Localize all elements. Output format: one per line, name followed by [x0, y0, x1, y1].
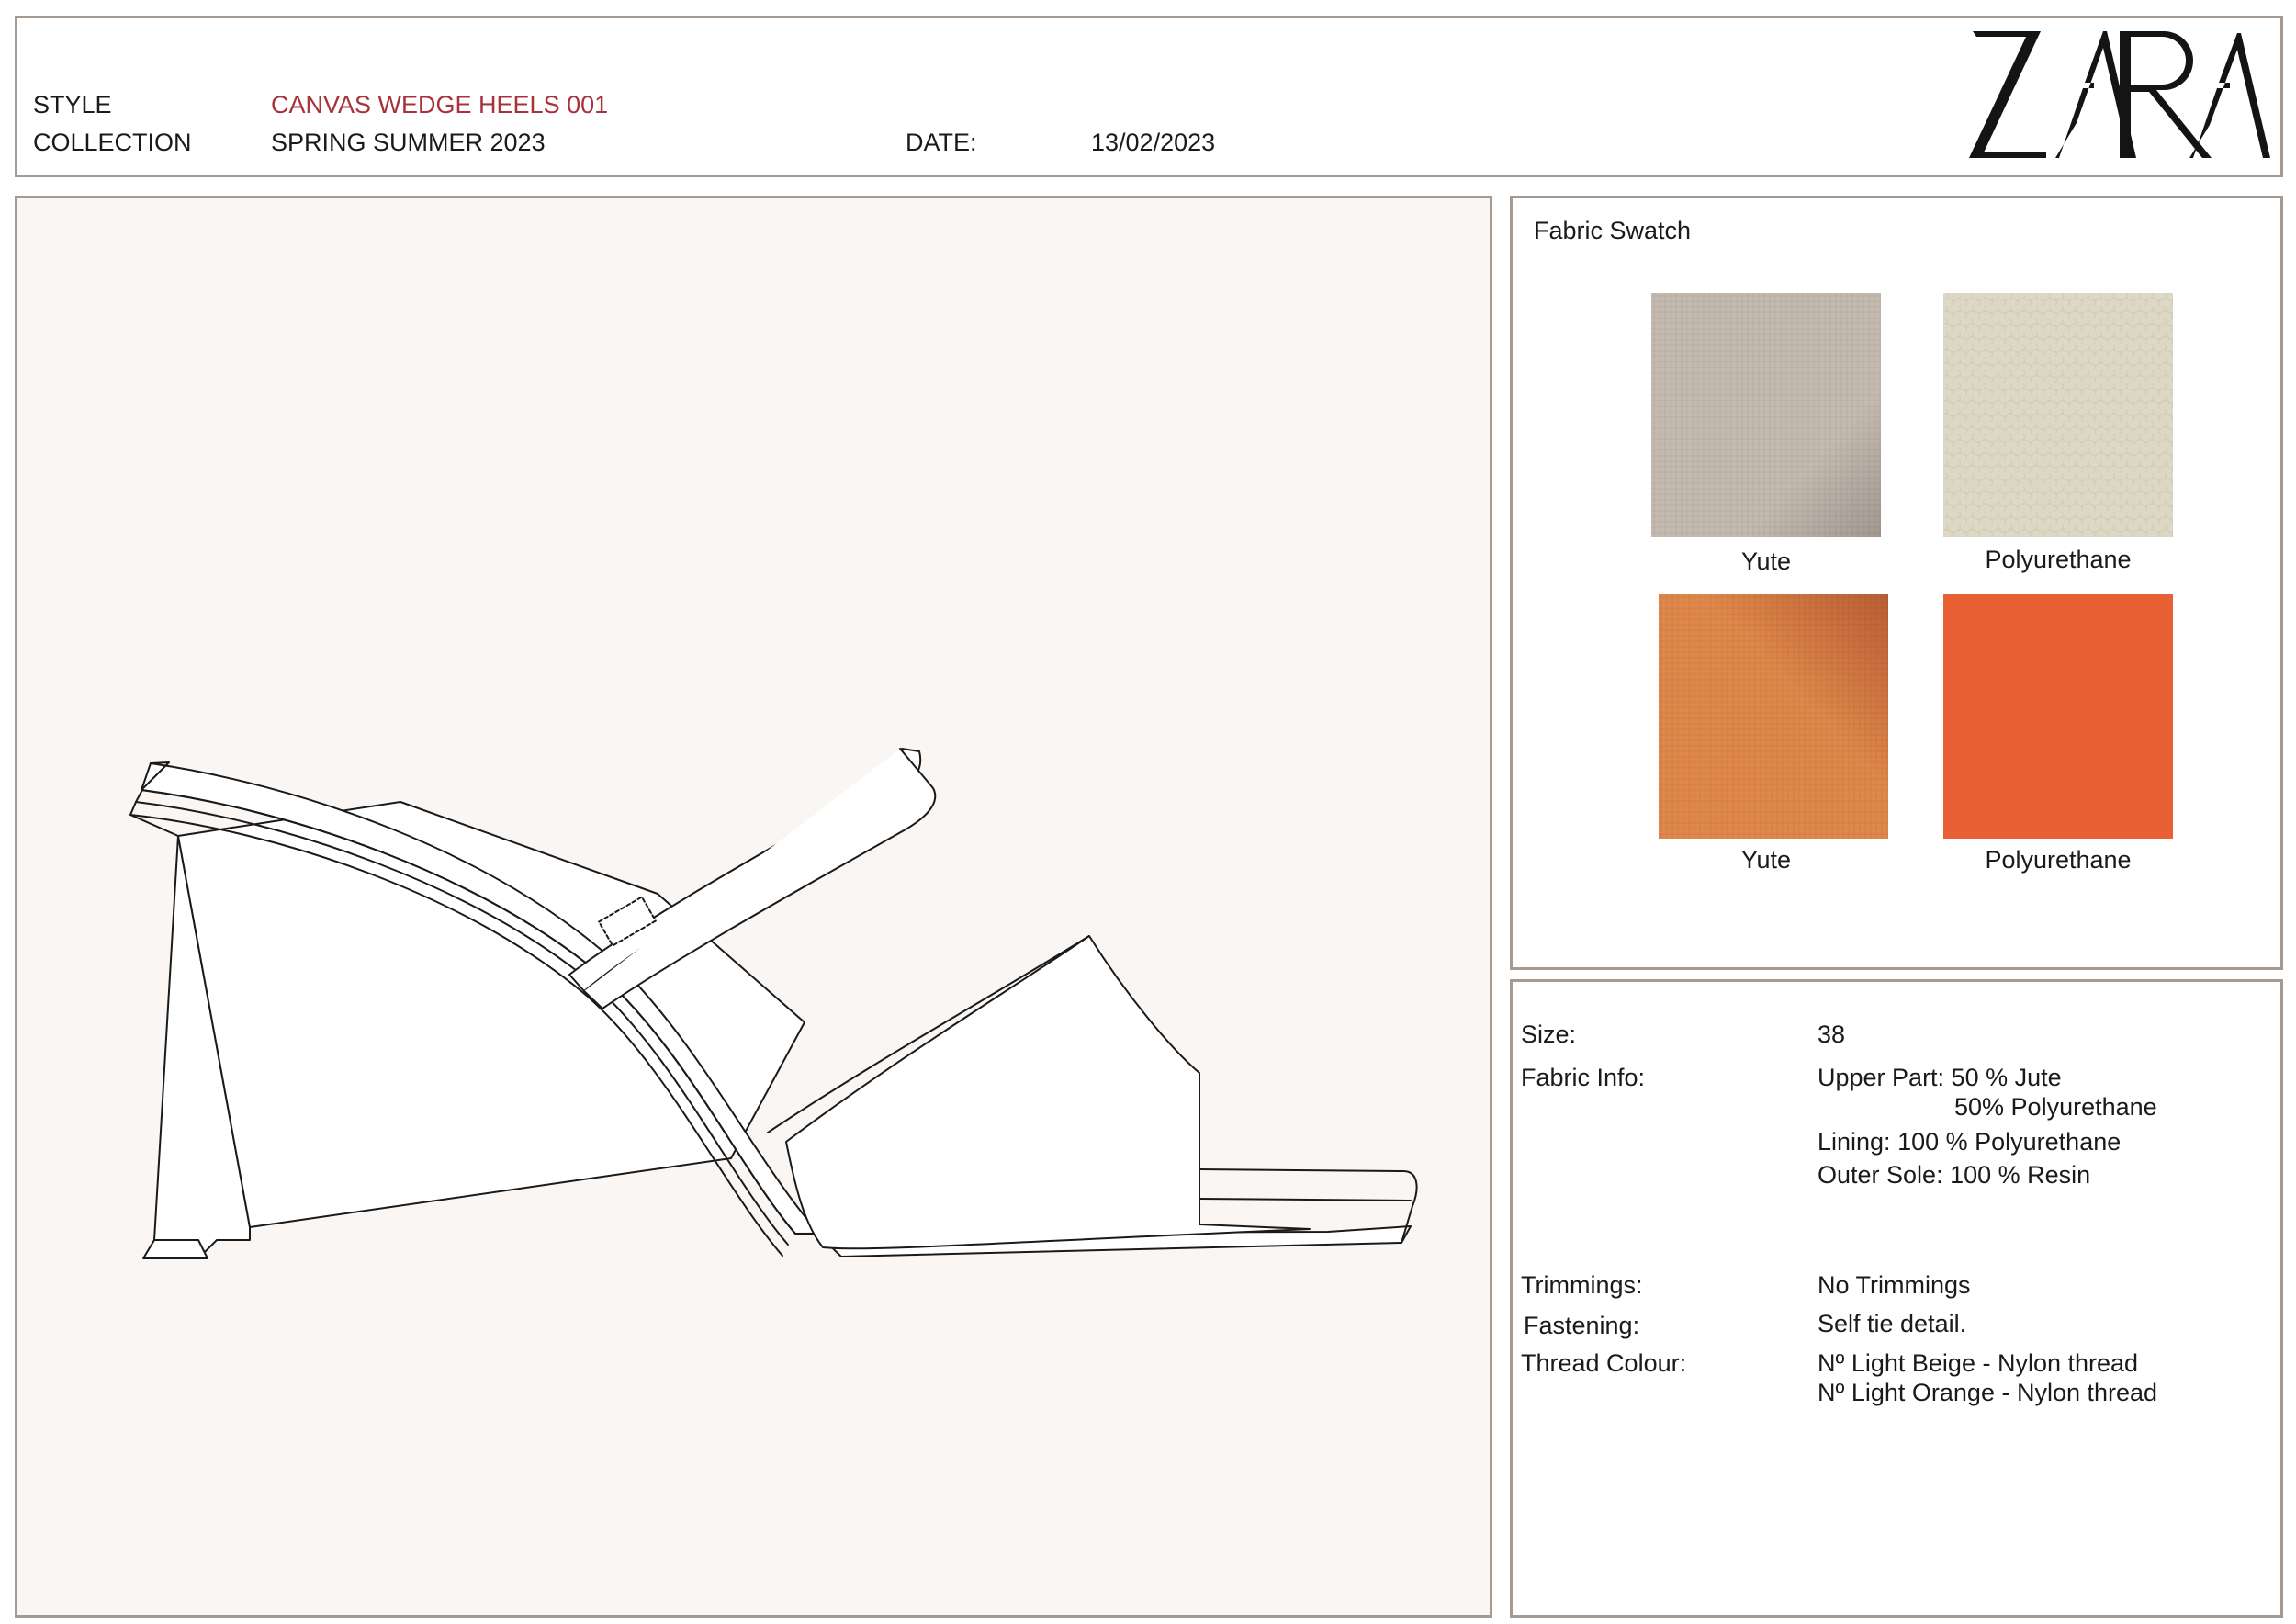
trimmings-value: No Trimmings	[1818, 1271, 1971, 1299]
trimmings-label: Trimmings:	[1521, 1271, 1643, 1299]
swatch-polyurethane-beige	[1943, 293, 2173, 537]
fabric-line-lining: Lining: 100 % Polyurethane	[1818, 1128, 2122, 1156]
zara-logo	[1969, 31, 2270, 158]
fastening-value: Self tie detail.	[1818, 1310, 1967, 1337]
thread-line-orange: Nº Light Orange - Nylon thread	[1818, 1379, 2158, 1406]
size-value: 38	[1818, 1021, 1846, 1048]
fabric-swatch-title: Fabric Swatch	[1534, 217, 1692, 244]
thread-line-beige: Nº Light Beige - Nylon thread	[1818, 1349, 2139, 1377]
swatch-label-3: Yute	[1740, 846, 1792, 874]
size-label: Size:	[1521, 1021, 1577, 1048]
fabric-info-label: Fabric Info:	[1521, 1064, 1646, 1091]
fastening-label: Fastening:	[1524, 1312, 1640, 1339]
swatch-label-4: Polyurethane	[1985, 846, 2132, 874]
fabric-line-upper-2: 50% Polyurethane	[1954, 1093, 2157, 1121]
swatch-label-1: Yute	[1740, 547, 1792, 575]
swatch-yute-orange	[1659, 594, 1888, 839]
wedge-sandal-sketch	[129, 748, 1418, 1259]
swatch-label-2: Polyurethane	[1985, 546, 2132, 573]
style-label: STYLE	[33, 91, 112, 118]
thread-colour-label: Thread Colour:	[1521, 1349, 1687, 1377]
style-value: CANVAS WEDGE HEELS 001	[271, 91, 609, 118]
swatch-yute-beige	[1651, 293, 1881, 537]
swatch-polyurethane-orange	[1943, 594, 2173, 839]
date-label: DATE:	[906, 129, 977, 156]
date-value: 13/02/2023	[1091, 129, 1216, 156]
collection-value: SPRING SUMMER 2023	[271, 129, 546, 156]
collection-label: COLLECTION	[33, 129, 192, 156]
fabric-line-upper: Upper Part: 50 % Jute	[1818, 1064, 2062, 1091]
fabric-line-sole: Outer Sole: 100 % Resin	[1818, 1161, 2091, 1189]
